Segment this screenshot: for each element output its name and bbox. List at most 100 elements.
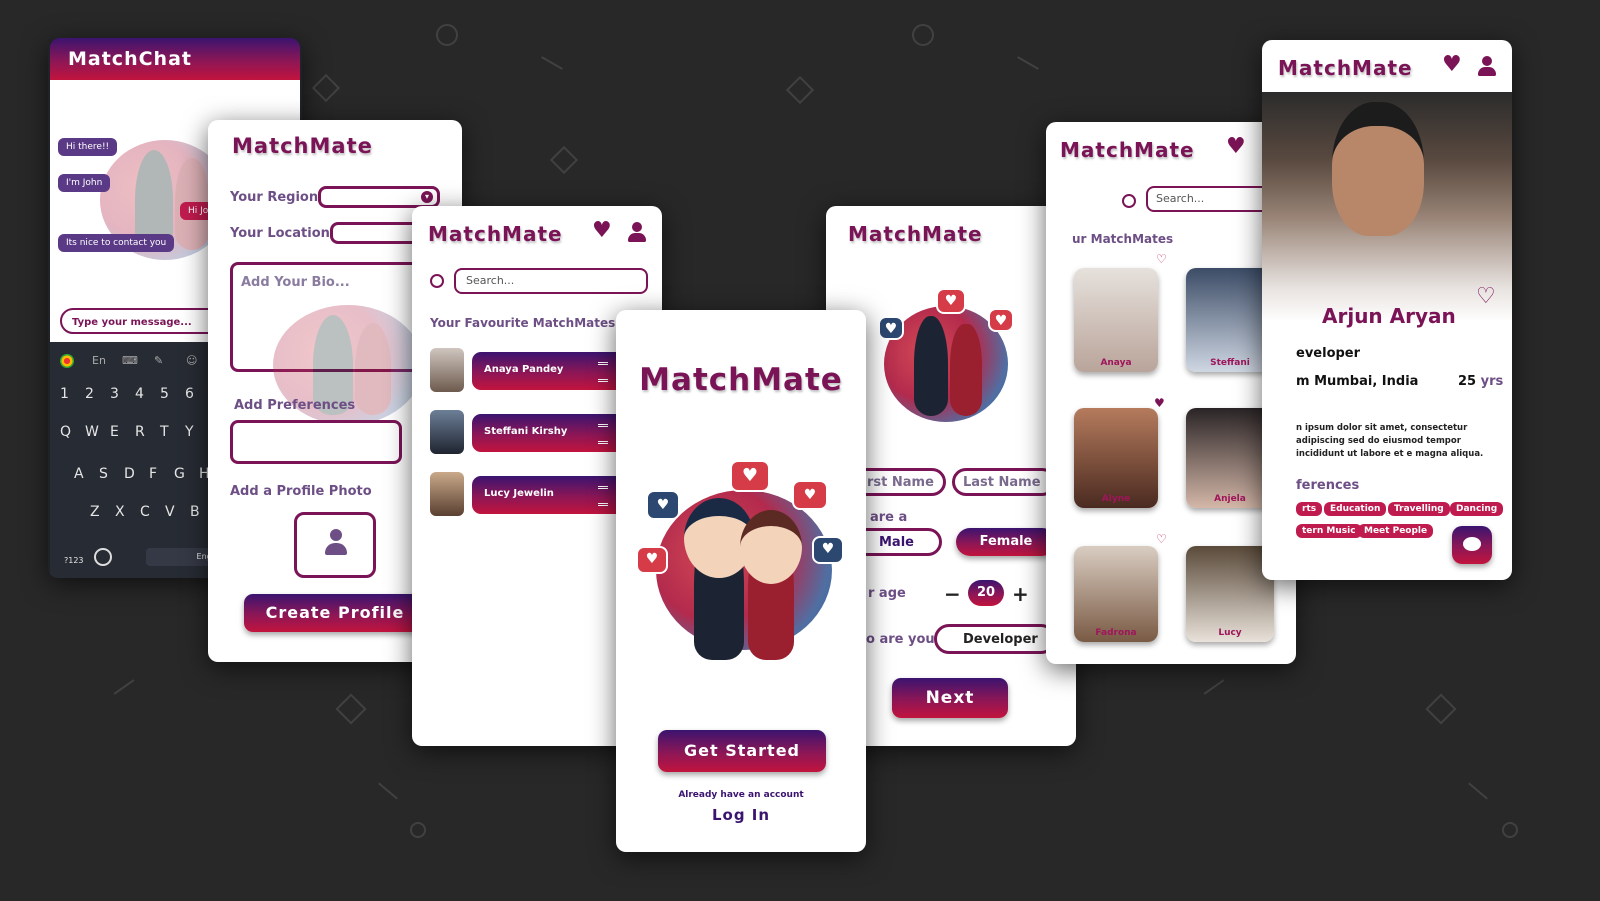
preferences-label: Add Preferences [234, 398, 356, 413]
keyboard-key[interactable]: G [174, 466, 185, 482]
heart-icon[interactable]: ♥ [1226, 134, 1246, 159]
message-input[interactable]: Type your message... [60, 308, 230, 334]
already-account-text: Already have an account [678, 790, 804, 800]
menu-icon[interactable] [598, 362, 608, 382]
keyboard-tool[interactable]: ☺ [186, 354, 197, 367]
keyboard-key[interactable]: F [149, 466, 157, 482]
keyboard-key[interactable]: C [140, 504, 150, 520]
bio-input[interactable]: Add Your Bio... [230, 262, 442, 425]
role-select[interactable]: Developer [934, 624, 1056, 654]
profile-location: m Mumbai, India [1296, 374, 1419, 389]
keyboard-key[interactable]: 1 [60, 386, 69, 402]
chat-header: MatchChat [50, 38, 300, 80]
region-select[interactable]: ▾ [318, 186, 440, 208]
profile-photo [1262, 92, 1512, 322]
search-input[interactable]: Search... [454, 268, 648, 294]
message-bubble: I'm John [58, 174, 111, 192]
preferences-title: ferences [1296, 478, 1360, 493]
globe-icon[interactable] [94, 548, 112, 566]
role-label: o are you [866, 632, 935, 647]
search-icon [430, 274, 444, 288]
heart-icon[interactable]: ♥ [592, 218, 612, 243]
profile-card[interactable]: Anaya [1074, 268, 1158, 372]
keyboard-key[interactable]: D [124, 466, 135, 482]
avatar [430, 348, 464, 392]
user-icon[interactable] [628, 222, 646, 242]
login-link[interactable]: Log In [616, 806, 866, 824]
keyboard-key[interactable]: 2 [85, 386, 94, 402]
preferences-input[interactable] [230, 420, 402, 464]
keyboard-key[interactable]: B [190, 504, 200, 520]
preference-chip: Meet People [1358, 524, 1434, 538]
keyboard-key[interactable]: 4 [135, 386, 144, 402]
next-button[interactable]: Next [892, 678, 1008, 718]
profile-card[interactable]: Anjela [1186, 408, 1274, 508]
keyboard-tool[interactable]: ⌨ [122, 354, 138, 367]
avatar [430, 410, 464, 454]
key-symbols[interactable]: ?123 [64, 556, 84, 565]
keyboard-key[interactable]: Q [60, 424, 71, 440]
brand-logo: MatchMate [1060, 138, 1195, 162]
create-profile-button[interactable]: Create Profile [244, 594, 426, 632]
heart-icon[interactable]: ♥ [1154, 396, 1165, 410]
role-value: Developer [963, 632, 1038, 647]
keyboard-key[interactable]: Y [185, 424, 194, 440]
female-option[interactable]: Female [956, 528, 1056, 556]
avatar [430, 472, 464, 516]
keyboard-tool[interactable]: En [92, 354, 106, 367]
keyboard-key[interactable]: T [160, 424, 169, 440]
heart-outline-icon[interactable]: ♡ [1156, 532, 1167, 546]
card-name: Lucy [1218, 628, 1242, 638]
keyboard-key[interactable]: R [135, 424, 145, 440]
age-value: 20 [968, 580, 1004, 606]
card-name: Steffani [1210, 358, 1250, 368]
age-increment[interactable]: + [1012, 582, 1029, 606]
couple-illustration: ♥ ♥ ♥ [870, 282, 1020, 432]
preference-chip: rts [1296, 502, 1323, 516]
profile-card[interactable]: Steffani [1186, 268, 1274, 372]
heart-bubble: ♥ [730, 460, 770, 492]
photo-upload[interactable] [294, 512, 376, 578]
age-decrement[interactable]: − [944, 582, 961, 606]
heart-outline-icon[interactable]: ♡ [1156, 252, 1167, 266]
keyboard-key[interactable]: E [110, 424, 119, 440]
keyboard-key[interactable]: 5 [160, 386, 169, 402]
menu-icon[interactable] [598, 486, 608, 506]
apps-icon[interactable] [60, 354, 74, 368]
section-title: Your Favourite MatchMates [430, 316, 616, 330]
heart-outline-icon[interactable]: ♡ [1476, 284, 1496, 309]
keyboard-key[interactable]: 3 [110, 386, 119, 402]
keyboard-tool[interactable]: ✎ [154, 354, 163, 367]
heart-icon[interactable]: ♥ [1442, 52, 1462, 77]
search-placeholder: Search... [1156, 192, 1205, 205]
gender-label: are a [870, 510, 908, 525]
card-name: Anaya [1100, 358, 1132, 368]
keyboard-key[interactable]: Z [90, 504, 100, 520]
preference-chip: Dancing [1450, 502, 1504, 516]
card-name: Alyne [1101, 494, 1131, 504]
last-name-placeholder: Last Name [963, 475, 1041, 490]
bio-placeholder: Add Your Bio... [241, 275, 350, 290]
menu-icon[interactable] [598, 424, 608, 444]
keyboard-key[interactable]: W [85, 424, 99, 440]
profile-name: Arjun Aryan [1322, 304, 1456, 328]
user-icon [325, 529, 347, 557]
favourite-name: Lucy Jewelin [484, 488, 554, 499]
get-started-button[interactable]: Get Started [658, 730, 826, 772]
preference-chip: Travelling [1388, 502, 1450, 516]
keyboard-key[interactable]: X [115, 504, 125, 520]
profile-card[interactable]: Lucy [1186, 546, 1274, 642]
last-name-input[interactable]: Last Name [952, 468, 1056, 496]
keyboard-key[interactable]: S [99, 466, 108, 482]
card-name: Anjela [1214, 494, 1246, 504]
girl-head [740, 510, 802, 584]
profile-card[interactable]: Fadrona [1074, 546, 1158, 642]
keyboard-key[interactable]: A [74, 466, 84, 482]
chat-button[interactable] [1452, 526, 1492, 564]
profile-card[interactable]: Alyne [1074, 408, 1158, 508]
keyboard-key[interactable]: 6 [185, 386, 194, 402]
heart-bubble: ♥ [792, 480, 828, 510]
heart-bubble: ♥ [636, 546, 668, 574]
user-icon[interactable] [1478, 56, 1496, 76]
keyboard-key[interactable]: V [165, 504, 175, 520]
